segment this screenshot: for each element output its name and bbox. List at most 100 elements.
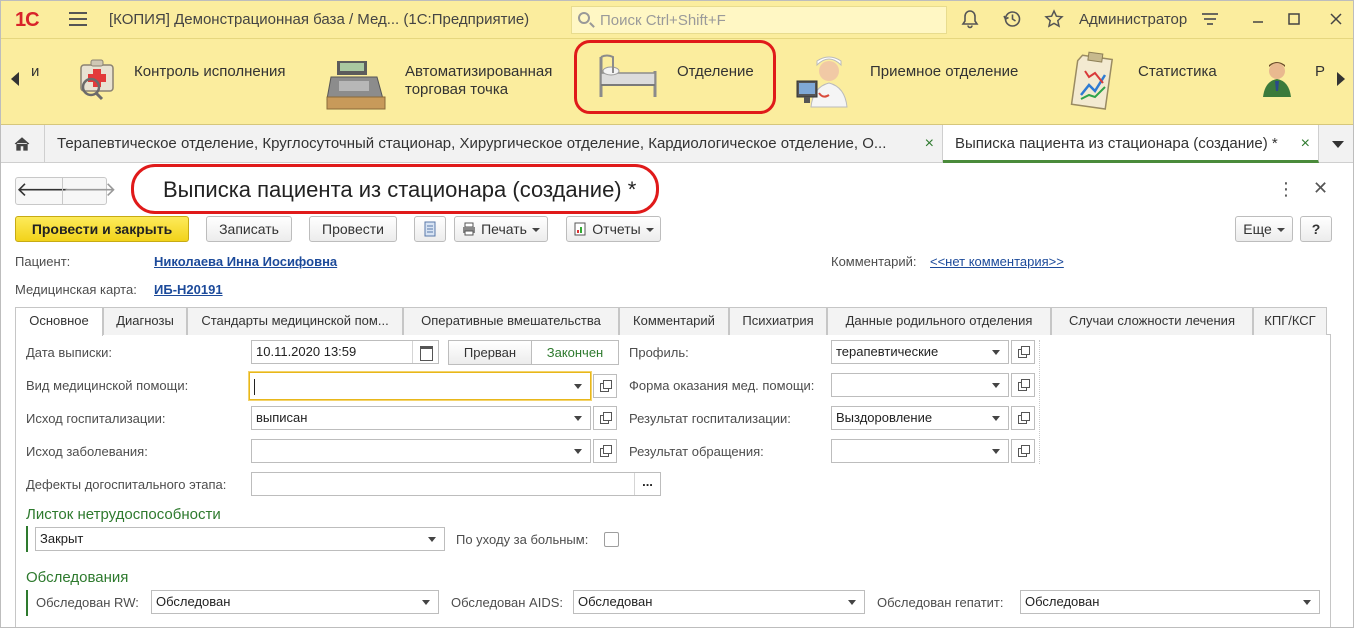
disease-outcome-field[interactable] [251, 439, 591, 463]
highlight-title-annotation [131, 164, 659, 214]
patient-link[interactable]: Николаева Инна Иосифовна [154, 254, 337, 269]
chevron-down-icon[interactable] [566, 407, 590, 429]
care-for-patient-checkbox[interactable] [604, 532, 619, 547]
save-button[interactable]: Записать [206, 216, 292, 242]
forward-button[interactable]: 🡒 [62, 178, 117, 204]
chevron-down-icon[interactable] [984, 374, 1008, 396]
rw-field[interactable]: Обследован [151, 590, 439, 614]
global-search-input[interactable]: Поиск Ctrl+Shift+F [571, 6, 947, 34]
calendar-icon[interactable] [412, 341, 438, 363]
status-interrupted-button[interactable]: Прерван [448, 340, 532, 365]
section-statistics[interactable]: Статистика [1063, 39, 1243, 125]
defects-field[interactable]: ... [251, 472, 661, 496]
scroll-right-icon[interactable] [1337, 72, 1345, 86]
hepatitis-field[interactable]: Обследован [1020, 590, 1320, 614]
maximize-icon[interactable] [1283, 9, 1305, 31]
chevron-down-icon[interactable] [566, 440, 590, 462]
section-partial-left[interactable]: и [31, 63, 39, 81]
document-list-button[interactable] [414, 216, 446, 242]
tab-standards[interactable]: Стандарты медицинской пом... [187, 307, 403, 335]
tab-psychiatry[interactable]: Психиатрия [729, 307, 827, 335]
post-and-close-button[interactable]: Провести и закрыть [15, 216, 189, 242]
nav-buttons: 🡐 🡒 [15, 177, 117, 205]
exams-title: Обследования [26, 569, 129, 586]
discharge-date-value: 10.11.2020 13:59 [256, 344, 357, 359]
bell-icon[interactable] [959, 9, 981, 31]
open-form-icon[interactable] [1011, 340, 1035, 364]
section-partial-right[interactable]: Р [1315, 63, 1325, 81]
select-button[interactable]: ... [634, 473, 660, 495]
open-form-icon[interactable] [593, 374, 617, 398]
open-form-icon[interactable] [1011, 439, 1035, 463]
window-title: [КОПИЯ] Демонстрационная база / Мед... (… [109, 11, 530, 28]
aids-field[interactable]: Обследован [573, 590, 865, 614]
section-label: Статистика [1138, 63, 1217, 80]
close-tab-icon[interactable]: × [1301, 125, 1310, 160]
print-button[interactable]: Печать [454, 216, 548, 242]
more-button[interactable]: Еще [1235, 216, 1293, 242]
form-tabs: Основное Диагнозы Стандарты медицинской … [15, 307, 1331, 336]
more-tabs-icon[interactable] [1321, 125, 1353, 163]
tab-diagnoses[interactable]: Диагнозы [103, 307, 187, 335]
user-section-icon[interactable] [1261, 59, 1295, 103]
close-tab-icon[interactable]: × [925, 125, 934, 163]
care-form-field[interactable] [831, 373, 1009, 397]
chevron-down-icon[interactable] [840, 591, 864, 613]
back-button[interactable]: 🡐 [16, 178, 70, 204]
form-close-icon[interactable]: ✕ [1313, 178, 1328, 199]
report-icon [574, 222, 586, 236]
open-tab-label: Выписка пациента из стационара (создание… [955, 135, 1278, 152]
sick-leave-status-field[interactable]: Закрыт [35, 527, 445, 551]
minimize-icon[interactable] [1247, 9, 1269, 31]
help-button[interactable]: ? [1300, 216, 1332, 242]
open-tab-departments[interactable]: Терапевтическое отделение, Круглосуточны… [45, 125, 943, 163]
appeal-result-field[interactable] [831, 439, 1009, 463]
hosp-outcome-field[interactable]: выписан [251, 406, 591, 430]
tab-comment[interactable]: Комментарий [619, 307, 729, 335]
open-tab-discharge[interactable]: Выписка пациента из стационара (создание… [943, 125, 1319, 163]
statistics-icon [1065, 51, 1121, 110]
tab-maternity[interactable]: Данные родильного отделения [827, 307, 1051, 335]
current-user[interactable]: Администратор [1079, 11, 1187, 28]
scroll-left-icon[interactable] [11, 72, 19, 86]
tab-kpg-ksg[interactable]: КПГ/КСГ [1253, 307, 1327, 335]
chevron-down-icon[interactable] [984, 407, 1008, 429]
open-form-icon[interactable] [593, 406, 617, 430]
form-menu-icon[interactable]: ⋮ [1277, 179, 1295, 200]
reports-button[interactable]: Отчеты [566, 216, 661, 242]
chevron-down-icon[interactable] [566, 375, 590, 397]
medical-card-link[interactable]: ИБ-Н20191 [154, 282, 223, 297]
appeal-result-label: Результат обращения: [629, 444, 764, 459]
open-form-icon[interactable] [593, 439, 617, 463]
status-finished-button[interactable]: Закончен [531, 340, 619, 365]
open-form-icon[interactable] [1011, 373, 1035, 397]
title-bar: 1С [КОПИЯ] Демонстрационная база / Мед..… [1, 1, 1353, 39]
section-pos[interactable]: Автоматизированная торговая точка [323, 39, 563, 125]
column-divider [1039, 340, 1040, 464]
chevron-down-icon[interactable] [420, 528, 444, 550]
home-button[interactable] [1, 125, 45, 163]
history-icon[interactable] [1001, 9, 1023, 31]
chevron-down-icon[interactable] [984, 440, 1008, 462]
care-type-field[interactable] [249, 372, 591, 400]
tab-main[interactable]: Основное [15, 307, 103, 336]
settings-icon[interactable] [1199, 9, 1221, 31]
chevron-down-icon[interactable] [1295, 591, 1319, 613]
chevron-down-icon[interactable] [984, 341, 1008, 363]
comment-link[interactable]: <<нет комментария>> [930, 254, 1064, 269]
tab-operations[interactable]: Оперативные вмешательства [403, 307, 619, 335]
section-reception[interactable]: Приемное отделение [791, 39, 1041, 125]
star-icon[interactable] [1043, 9, 1065, 31]
section-label: Контроль исполнения [134, 63, 286, 80]
open-form-icon[interactable] [1011, 406, 1035, 430]
close-icon[interactable] [1325, 9, 1347, 31]
tab-complexity-cases[interactable]: Случаи сложности лечения [1051, 307, 1253, 335]
main-menu-icon[interactable] [69, 12, 87, 26]
section-control[interactable]: Контроль исполнения [71, 39, 301, 125]
post-button[interactable]: Провести [309, 216, 397, 242]
hosp-result-field[interactable]: Выздоровление [831, 406, 1009, 430]
discharge-date-field[interactable]: 10.11.2020 13:59 [251, 340, 439, 364]
chevron-down-icon[interactable] [414, 591, 438, 613]
profile-field[interactable]: терапевтические [831, 340, 1009, 364]
control-icon [73, 53, 129, 109]
